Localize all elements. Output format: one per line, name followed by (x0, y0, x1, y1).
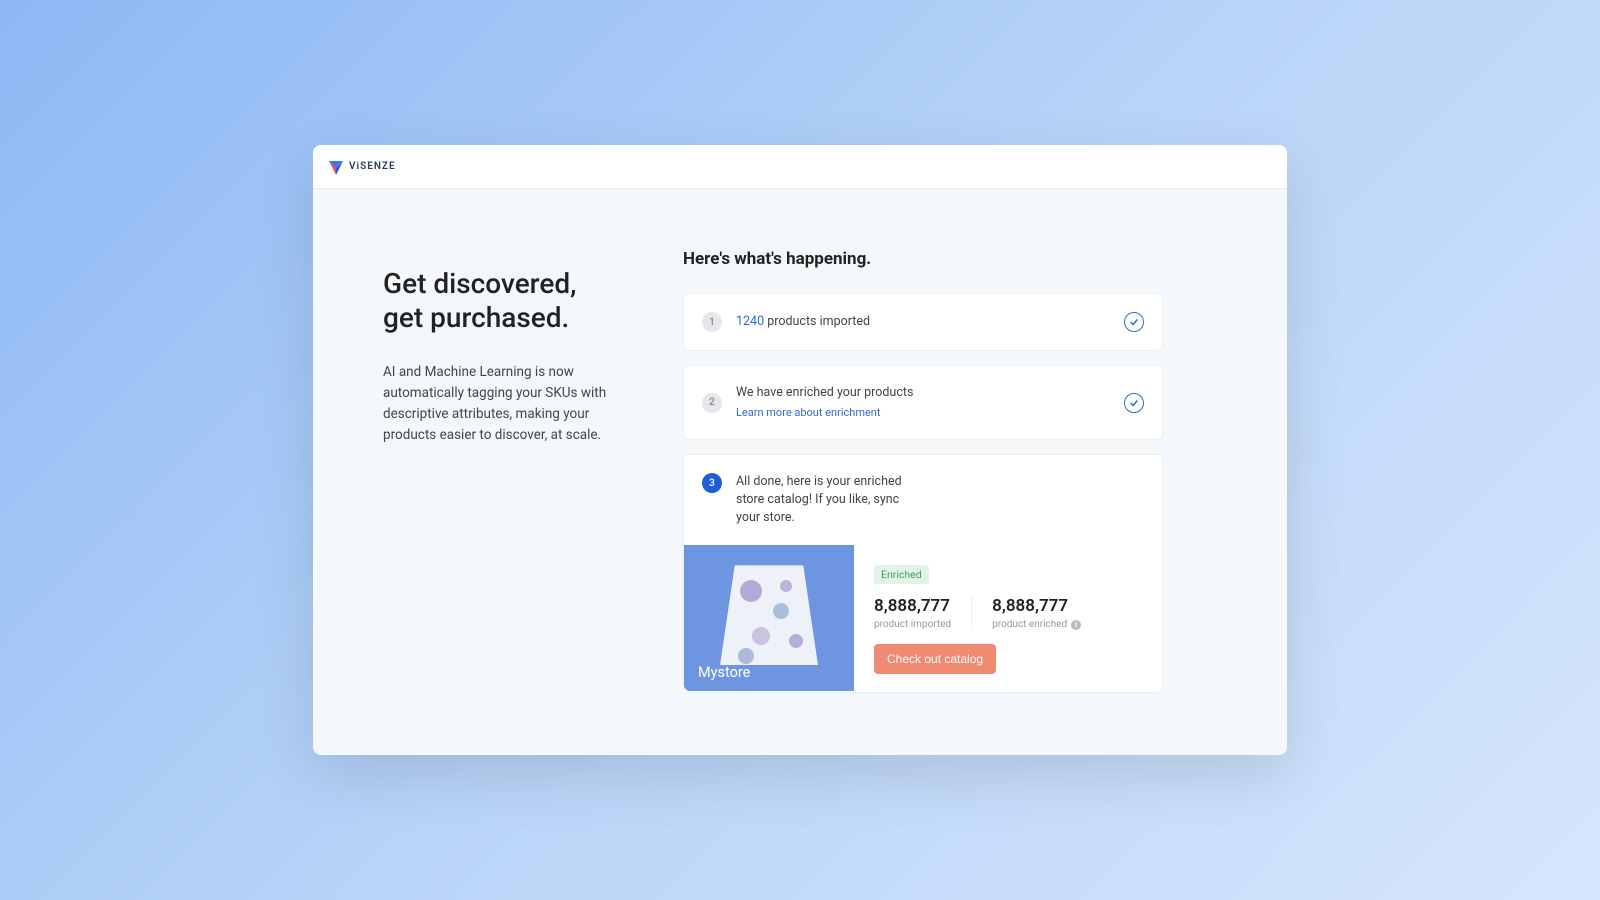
step-2-message: We have enriched your products (736, 384, 1110, 402)
step-number-1: 1 (702, 312, 722, 332)
stat-imported: 8,888,777 product imported (874, 596, 971, 630)
headline: Get discovered, get purchased. (383, 267, 643, 334)
headline-line-1: Get discovered, (383, 267, 576, 300)
main-content: Get discovered, get purchased. AI and Ma… (313, 189, 1287, 755)
stat-imported-label: product imported (874, 619, 951, 630)
headline-line-2: get purchased. (383, 301, 569, 334)
product-image-icon (720, 565, 818, 665)
stat-enriched: 8,888,777 product enriched i (971, 596, 1101, 630)
step-card-3: 3 All done, here is your enriched store … (683, 454, 1163, 693)
topbar: ViSENZE (313, 145, 1287, 189)
step-card-2: 2 We have enriched your products Learn m… (683, 365, 1163, 440)
checkmark-icon (1124, 312, 1144, 332)
brand-name: ViSENZE (349, 161, 396, 172)
intro-column: Get discovered, get purchased. AI and Ma… (383, 249, 643, 725)
stat-enriched-label: product enriched i (992, 619, 1081, 630)
step-2-text: We have enriched your products Learn mor… (736, 384, 1110, 421)
catalog-thumbnail[interactable]: Mystore (684, 545, 854, 691)
enriched-badge: Enriched (874, 565, 929, 584)
checkmark-icon (1124, 393, 1144, 413)
app-window: ViSENZE Get discovered, get purchased. A… (313, 145, 1287, 755)
logo-mark-icon (329, 160, 343, 174)
step-number-2: 2 (702, 393, 722, 413)
catalog-row: Mystore Enriched 8,888,777 product impor… (684, 545, 1162, 692)
store-name: Mystore (698, 664, 840, 681)
status-column: Here's what's happening. 1 1240 products… (683, 249, 1163, 725)
stat-imported-value: 8,888,777 (874, 596, 951, 616)
step-card-1: 1 1240 products imported (683, 293, 1163, 351)
imported-count: 1240 (736, 314, 764, 329)
stat-enriched-label-text: product enriched (992, 619, 1067, 630)
panel-title: Here's what's happening. (683, 249, 1163, 269)
catalog-stats: 8,888,777 product imported 8,888,777 pro… (874, 596, 1142, 630)
stat-enriched-value: 8,888,777 (992, 596, 1081, 616)
catalog-meta: Enriched 8,888,777 product imported 8,88… (854, 545, 1162, 692)
info-icon[interactable]: i (1071, 620, 1081, 630)
brand-logo[interactable]: ViSENZE (329, 160, 396, 174)
step-3-text: All done, here is your enriched store ca… (736, 473, 926, 527)
imported-suffix: products imported (764, 314, 870, 329)
step-1-text: 1240 products imported (736, 313, 1110, 331)
step-number-3: 3 (702, 473, 722, 493)
intro-copy: AI and Machine Learning is now automatic… (383, 362, 643, 446)
learn-more-link[interactable]: Learn more about enrichment (736, 405, 880, 420)
check-out-catalog-button[interactable]: Check out catalog (874, 644, 996, 674)
